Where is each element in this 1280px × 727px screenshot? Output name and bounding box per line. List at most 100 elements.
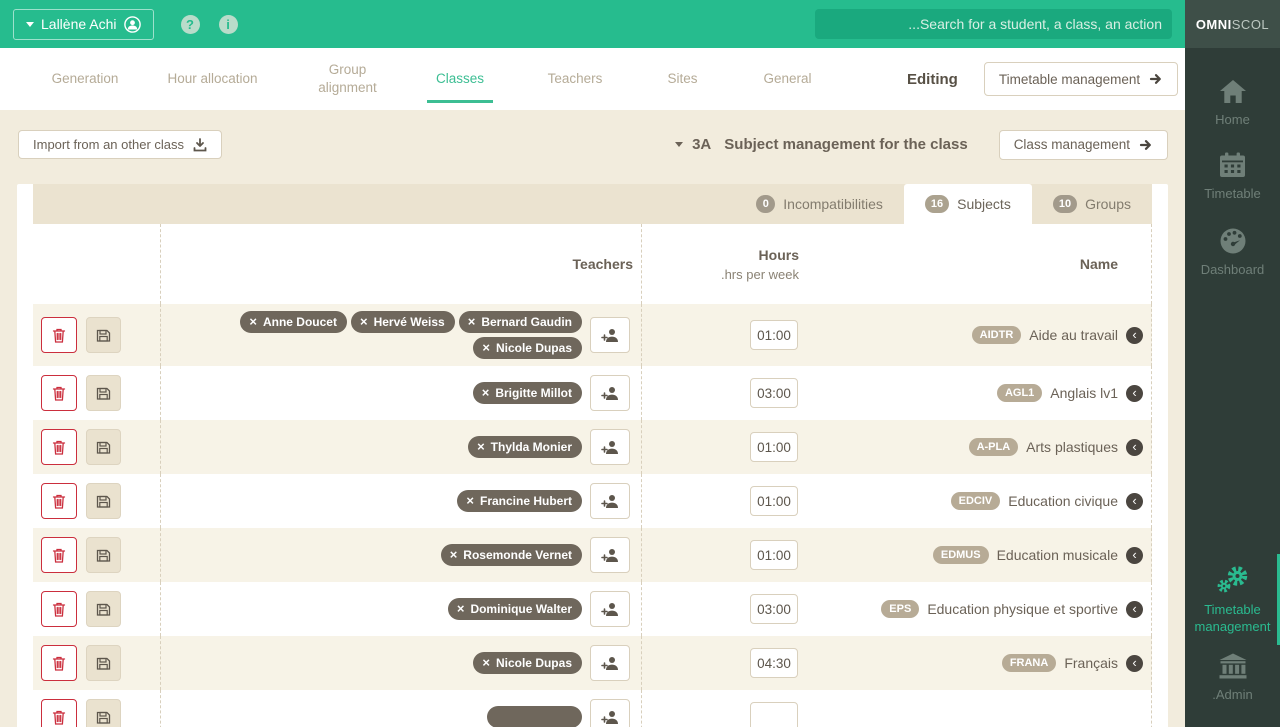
- tab-incompatibilities[interactable]: 0 Incompatibilities: [735, 184, 904, 224]
- hours-input[interactable]: [750, 648, 798, 678]
- sidebar-item-home[interactable]: Home: [1185, 79, 1280, 128]
- bank-icon: [1218, 653, 1248, 679]
- remove-teacher-icon[interactable]: ×: [360, 317, 368, 327]
- teacher-tag[interactable]: ×Thylda Monier: [468, 436, 582, 458]
- save-subject-button[interactable]: [86, 645, 121, 681]
- row-hours: [642, 690, 807, 727]
- tab-general[interactable]: General: [725, 48, 850, 110]
- class-select-caret-icon[interactable]: [675, 142, 683, 147]
- row-hours: [642, 528, 807, 582]
- sidebar-item-timetable[interactable]: Timetable: [1185, 152, 1280, 202]
- timetable-management-button[interactable]: Timetable management: [984, 62, 1178, 96]
- add-teacher-button[interactable]: [590, 645, 630, 681]
- remove-teacher-icon[interactable]: ×: [482, 388, 490, 398]
- user-menu-button[interactable]: Lallène Achi: [13, 9, 154, 40]
- save-subject-button[interactable]: [86, 699, 121, 727]
- delete-subject-button[interactable]: [41, 591, 77, 627]
- save-subject-button[interactable]: [86, 483, 121, 519]
- import-from-class-button[interactable]: Import from an other class: [18, 130, 222, 159]
- remove-teacher-icon[interactable]: ×: [457, 604, 465, 614]
- teacher-tag[interactable]: ×Brigitte Millot: [473, 382, 582, 404]
- remove-teacher-icon[interactable]: ×: [249, 317, 257, 327]
- collapse-chevron-icon[interactable]: ‹: [1126, 385, 1143, 402]
- remove-teacher-icon[interactable]: ×: [468, 317, 476, 327]
- add-teacher-button[interactable]: [590, 699, 630, 727]
- delete-subject-button[interactable]: [41, 537, 77, 573]
- hours-input[interactable]: [750, 594, 798, 624]
- add-teacher-button[interactable]: [590, 591, 630, 627]
- collapse-chevron-icon[interactable]: ‹: [1126, 655, 1143, 672]
- teacher-tag[interactable]: ×Francine Hubert: [457, 490, 582, 512]
- user-name: Lallène Achi: [41, 16, 117, 32]
- teacher-tag[interactable]: ×Dominique Walter: [448, 598, 582, 620]
- save-subject-button[interactable]: [86, 537, 121, 573]
- add-teacher-button[interactable]: [590, 375, 630, 411]
- delete-subject-button[interactable]: [41, 645, 77, 681]
- save-subject-button[interactable]: [86, 429, 121, 465]
- tab-classes[interactable]: Classes: [410, 48, 510, 110]
- collapse-chevron-icon[interactable]: ‹: [1126, 601, 1143, 618]
- add-teacher-button[interactable]: [590, 317, 630, 353]
- teacher-tag[interactable]: ×Rosemonde Vernet: [441, 544, 582, 566]
- search-input[interactable]: [815, 9, 1172, 39]
- row-actions: [33, 528, 161, 582]
- tab-group-alignment[interactable]: Group alignment: [285, 48, 410, 110]
- hours-input[interactable]: [750, 540, 798, 570]
- teacher-tag[interactable]: ×Nicole Dupas: [473, 652, 582, 674]
- tab-sites[interactable]: Sites: [640, 48, 725, 110]
- delete-subject-button[interactable]: [41, 429, 77, 465]
- hours-input[interactable]: [750, 378, 798, 408]
- subjects-table: ×Anne Doucet×Hervé Weiss×Bernard Gaudin×…: [17, 304, 1168, 690]
- table-header: Teachers Hours .hrs per week Name: [33, 224, 1152, 304]
- delete-subject-button[interactable]: [41, 699, 77, 727]
- collapse-chevron-icon[interactable]: ‹: [1126, 327, 1143, 344]
- dashboard-icon: [1218, 227, 1248, 254]
- remove-teacher-icon[interactable]: ×: [482, 343, 490, 353]
- sidebar-item-admin[interactable]: .Admin: [1185, 653, 1280, 703]
- remove-teacher-icon[interactable]: ×: [477, 442, 485, 452]
- subject-name: Education musicale: [997, 547, 1118, 563]
- hours-input[interactable]: [750, 320, 798, 350]
- sidebar-item-timetable-management[interactable]: Timetable management: [1185, 554, 1280, 645]
- row-actions: [33, 366, 161, 420]
- teacher-tag[interactable]: ×Bernard Gaudin: [459, 311, 582, 333]
- hours-input[interactable]: [750, 702, 798, 727]
- delete-subject-button[interactable]: [41, 375, 77, 411]
- tab-groups[interactable]: 10 Groups: [1032, 184, 1152, 224]
- subject-code-badge: EDCIV: [951, 492, 1001, 510]
- tab-teachers[interactable]: Teachers: [510, 48, 640, 110]
- collapse-chevron-icon[interactable]: ‹: [1126, 439, 1143, 456]
- tab-hour-allocation[interactable]: Hour allocation: [140, 48, 285, 110]
- help-icon[interactable]: ?: [181, 15, 200, 34]
- teacher-tag[interactable]: ×Hervé Weiss: [351, 311, 455, 333]
- save-subject-button[interactable]: [86, 317, 121, 353]
- remove-teacher-icon[interactable]: ×: [450, 550, 458, 560]
- hours-input[interactable]: [750, 432, 798, 462]
- collapse-chevron-icon[interactable]: ‹: [1126, 493, 1143, 510]
- remove-teacher-icon[interactable]: ×: [482, 658, 490, 668]
- delete-subject-button[interactable]: [41, 483, 77, 519]
- save-subject-button[interactable]: [86, 375, 121, 411]
- teacher-tag[interactable]: [487, 706, 582, 727]
- row-actions: [33, 420, 161, 474]
- sidebar-item-dashboard[interactable]: Dashboard: [1185, 227, 1280, 278]
- add-teacher-button[interactable]: [590, 429, 630, 465]
- remove-teacher-icon[interactable]: ×: [466, 496, 474, 506]
- main-area: Lallène Achi ? i Generation Hour allocat…: [0, 0, 1185, 727]
- add-teacher-button[interactable]: [590, 483, 630, 519]
- teacher-tag[interactable]: ×Anne Doucet: [240, 311, 347, 333]
- row-name: EPS Education physique et sportive ‹: [807, 582, 1152, 636]
- add-teacher-button[interactable]: [590, 537, 630, 573]
- info-icon[interactable]: i: [219, 15, 238, 34]
- collapse-chevron-icon[interactable]: ‹: [1126, 547, 1143, 564]
- save-subject-button[interactable]: [86, 591, 121, 627]
- hours-input[interactable]: [750, 486, 798, 516]
- header-hours: Hours .hrs per week: [642, 224, 807, 304]
- header-teachers: Teachers: [161, 224, 642, 304]
- subject-name: Education physique et sportive: [927, 601, 1118, 617]
- tab-generation[interactable]: Generation: [30, 48, 140, 110]
- delete-subject-button[interactable]: [41, 317, 77, 353]
- teacher-tag[interactable]: ×Nicole Dupas: [473, 337, 582, 359]
- class-management-button[interactable]: Class management: [999, 130, 1168, 160]
- row-name: FRANA Français ‹: [807, 636, 1152, 690]
